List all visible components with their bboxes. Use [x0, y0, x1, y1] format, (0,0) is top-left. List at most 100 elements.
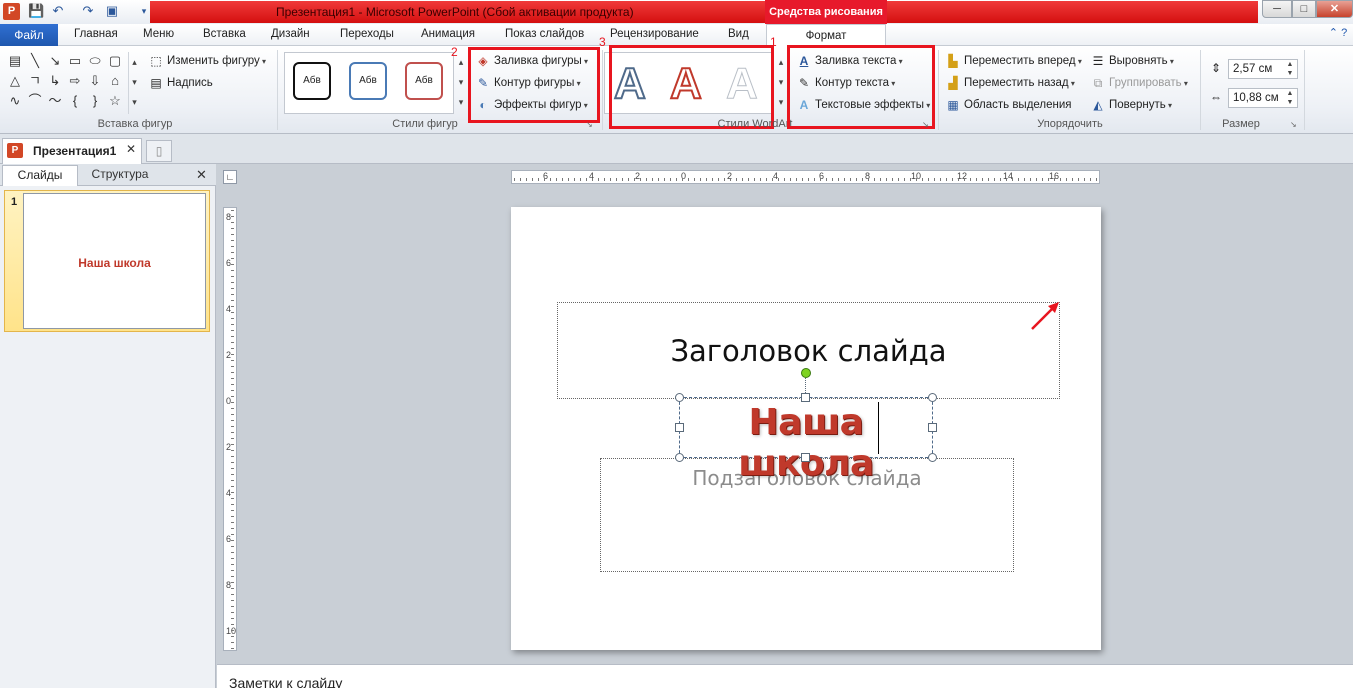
height-spinner-icon[interactable]: ▲ ▼ [1284, 60, 1296, 78]
horizontal-ruler[interactable]: 6 4 2 0 2 4 6 8 10 12 14 16 [511, 170, 1100, 184]
rotation-handle[interactable] [801, 368, 811, 378]
powerpoint-app-icon[interactable]: P [3, 3, 20, 20]
rotate-button[interactable]: ◭ Повернуть [1090, 98, 1172, 112]
left-brace-icon[interactable]: { [66, 92, 84, 110]
vertical-ruler[interactable]: 8 6 4 2 0 2 4 6 8 10 [223, 207, 237, 651]
tab-stop-selector[interactable]: ∟ [223, 170, 237, 184]
ruler-tick [231, 270, 234, 271]
textbox-shape-icon[interactable]: ▤ [6, 52, 24, 70]
arc-shape-icon[interactable]: ⌒ [26, 92, 44, 110]
curve-connector-icon[interactable]: ∿ [6, 92, 24, 110]
tab-view[interactable]: Вид [728, 28, 749, 40]
align-button[interactable]: ☰ Выровнять [1090, 54, 1174, 68]
resize-handle-top-left[interactable] [675, 393, 684, 402]
close-panel-icon[interactable]: ✕ [196, 167, 207, 183]
shapes-gallery-more-icon[interactable]: ▴ ▾ ▾ [128, 52, 140, 114]
down-arrow-shape-icon[interactable]: ⇩ [86, 72, 104, 90]
size-dialog-launcher[interactable]: ↘ [1290, 120, 1297, 129]
shape-effects-button[interactable]: ◐ Эффекты фигур [475, 98, 588, 112]
ruler-tick [832, 178, 833, 181]
new-document-icon[interactable]: ▯ [146, 140, 172, 162]
width-spinner-icon[interactable]: ▲ ▼ [1284, 89, 1296, 107]
close-document-icon[interactable]: ✕ [126, 142, 136, 156]
arrow-line-shape-icon[interactable]: ↘ [46, 52, 64, 70]
shape-style-2[interactable]: Абв [349, 62, 387, 100]
notes-pane[interactable] [217, 664, 1353, 688]
ruler-tick [231, 636, 234, 637]
star-shape-icon[interactable]: ☆ [106, 92, 124, 110]
save-icon[interactable]: 💾 [28, 3, 44, 19]
redo-icon[interactable]: ↷ [80, 3, 96, 19]
wordart-styles-more-icon[interactable]: ▴ ▾ ▾ [775, 52, 787, 114]
resize-handle-bottom[interactable] [801, 453, 810, 462]
ruler-tick [628, 178, 629, 181]
resize-handle-left[interactable] [675, 423, 684, 432]
undo-icon[interactable]: ↶ [50, 3, 66, 19]
ruler-tick [994, 178, 995, 181]
shape-styles-more-icon[interactable]: ▴ ▾ ▾ [455, 52, 467, 114]
window-title: Презентация1 - Microsoft PowerPoint (Сбо… [276, 5, 634, 19]
resize-handle-top-right[interactable] [928, 393, 937, 402]
title-placeholder[interactable]: Заголовок слайда [557, 334, 1060, 368]
rounded-rect-shape-icon[interactable]: ▢ [106, 52, 124, 70]
tab-animations[interactable]: Анимация [421, 28, 475, 40]
tab-outline[interactable]: Структура [80, 165, 160, 186]
tab-transitions[interactable]: Переходы [340, 28, 394, 40]
textbox-button[interactable]: ▤ Надпись [148, 76, 212, 90]
tab-menu[interactable]: Меню [143, 28, 174, 40]
shape-fill-button[interactable]: ◈ Заливка фигуры [475, 54, 588, 68]
tab-home[interactable]: Главная [74, 28, 118, 40]
bring-forward-button[interactable]: ▙ Переместить вперед [945, 54, 1082, 68]
notes-placeholder[interactable]: Заметки к слайду [229, 675, 342, 688]
tab-design[interactable]: Дизайн [271, 28, 310, 40]
rectangle-shape-icon[interactable]: ▭ [66, 52, 84, 70]
customize-qat-icon[interactable]: ▾ [136, 3, 152, 19]
ruler-tick [754, 178, 755, 181]
flowchart-shape-icon[interactable]: ⌂ [106, 72, 124, 90]
text-outline-button[interactable]: ✎ Контур текста [796, 76, 895, 90]
triangle-shape-icon[interactable]: △ [6, 72, 24, 90]
ruler-tick [231, 258, 234, 259]
shape-style-1[interactable]: Абв [293, 62, 331, 100]
line-shape-icon[interactable]: ╲ [26, 52, 44, 70]
ruler-tick [231, 378, 234, 379]
tab-file[interactable]: Файл [0, 24, 58, 46]
slide-show-icon[interactable]: ▣ [104, 3, 120, 19]
resize-handle-bottom-left[interactable] [675, 453, 684, 462]
text-fill-button[interactable]: A Заливка текста [796, 54, 903, 68]
selection-pane-label: Область выделения [964, 99, 1072, 112]
group-button[interactable]: ⧉ Группировать [1090, 76, 1188, 90]
ruler-tick [231, 552, 234, 553]
resize-handle-top[interactable] [801, 393, 810, 402]
close-button[interactable]: ✕ [1316, 0, 1353, 18]
ruler-tick [1054, 178, 1055, 181]
shape-outline-button[interactable]: ✎ Контур фигуры [475, 76, 581, 90]
resize-handle-bottom-right[interactable] [928, 453, 937, 462]
document-tab[interactable]: Презентация1 [2, 138, 142, 164]
right-brace-icon[interactable]: } [86, 92, 104, 110]
send-backward-button[interactable]: ▟ Переместить назад [945, 76, 1075, 90]
tab-format[interactable]: Формат [766, 24, 886, 47]
shape-style-3[interactable]: Абв [405, 62, 443, 100]
resize-handle-right[interactable] [928, 423, 937, 432]
text-effects-button[interactable]: A Текстовые эффекты [796, 98, 930, 112]
edit-shape-button[interactable]: ⬚ Изменить фигуру [148, 54, 266, 68]
maximize-button[interactable]: □ [1292, 0, 1316, 18]
shapes-gallery[interactable]: ▤ ╲ ↘ ▭ ⬭ ▢ △ ㄱ ↳ ⇨ ⇩ ⌂ ∿ ⌒ 〜 { } ☆ [6, 52, 140, 114]
elbow-connector-icon[interactable]: ㄱ [26, 72, 44, 90]
elbow-arrow-icon[interactable]: ↳ [46, 72, 64, 90]
right-arrow-shape-icon[interactable]: ⇨ [66, 72, 84, 90]
minimize-button[interactable]: ─ [1262, 0, 1292, 18]
tab-review[interactable]: Рецензирование [610, 28, 699, 40]
tab-slide-show[interactable]: Показ слайдов [505, 28, 584, 40]
help-icon[interactable]: ⌃ ? [1326, 26, 1350, 44]
tab-insert[interactable]: Вставка [203, 28, 246, 40]
tab-slides[interactable]: Слайды [2, 165, 78, 186]
wordart-text[interactable]: Наша школа [679, 402, 933, 484]
ruler-tick [814, 178, 815, 181]
wordart-dialog-launcher[interactable]: ↘ [922, 120, 929, 129]
freeform-shape-icon[interactable]: 〜 [46, 92, 64, 110]
selection-pane-button[interactable]: ▦ Область выделения [945, 98, 1072, 112]
shape-styles-dialog-launcher[interactable]: ↘ [586, 120, 593, 129]
oval-shape-icon[interactable]: ⬭ [86, 52, 104, 70]
